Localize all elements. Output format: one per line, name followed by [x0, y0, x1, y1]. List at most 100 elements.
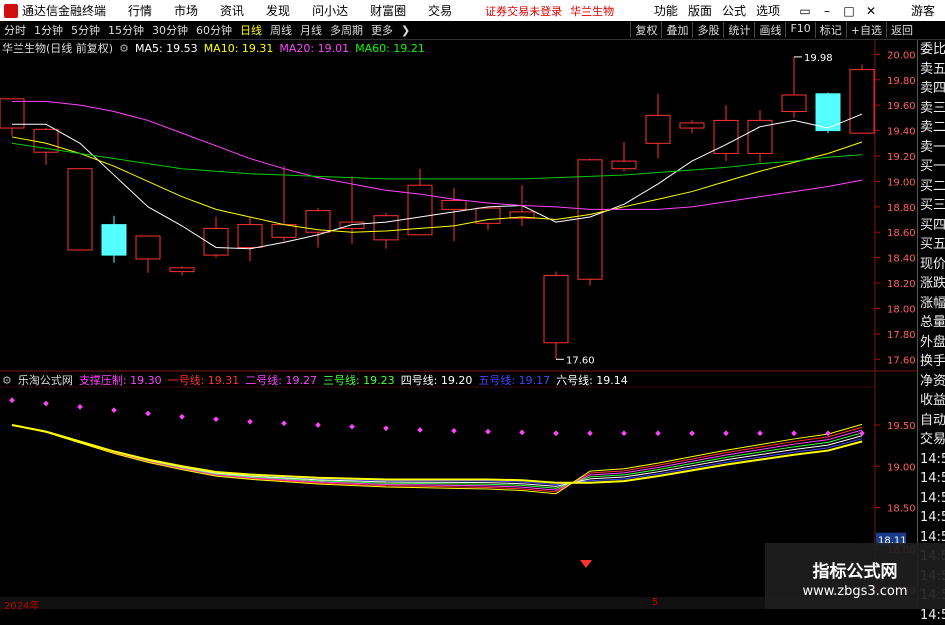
chart-title: 华兰生物(日线 前复权) [2, 40, 113, 56]
y-tick-label: 18.40 [887, 254, 916, 265]
period-5min[interactable]: 5分钟 [67, 22, 104, 38]
menu-shichang[interactable]: 市场 [163, 2, 209, 19]
candle-body [68, 169, 92, 250]
quote-row-label: 自动 [918, 411, 945, 431]
app-name: 通达信金融终端 [22, 2, 117, 19]
sub-dot [179, 414, 185, 420]
sub-dot [757, 430, 763, 436]
btn-biaoji[interactable]: 标记 [815, 22, 846, 38]
sub-dot [723, 430, 729, 436]
sub-dot [281, 421, 287, 427]
y-tick-label: 19.80 [887, 76, 916, 87]
quote-row-label: 外盘 [918, 333, 945, 353]
sub-dot [655, 430, 661, 436]
menu-gongshi[interactable]: 公式 [717, 2, 751, 19]
menu-wenxiaoda[interactable]: 问小达 [301, 2, 359, 19]
menu-jiaoyi[interactable]: 交易 [417, 2, 463, 19]
period-toolbar: 分时 1分钟 5分钟 15分钟 30分钟 60分钟 日线 周线 月线 多周期 更… [0, 21, 945, 40]
btn-fanhui[interactable]: 返回 [886, 22, 917, 38]
candle-body [680, 123, 704, 128]
period-30min[interactable]: 30分钟 [148, 22, 192, 38]
watermark-url: www.zbgs3.com [765, 584, 945, 599]
period-1min[interactable]: 1分钟 [30, 22, 67, 38]
sub-dot [247, 419, 253, 425]
period-more[interactable]: 更多 [367, 22, 397, 38]
sub-chart-legend: ⚙ 乐淘公式网 支撑压制: 19.30 一号线: 19.31 二号线: 19.2… [2, 373, 628, 387]
period-fenshi[interactable]: 分时 [0, 22, 30, 38]
btn-duogu[interactable]: 多股 [692, 22, 723, 38]
candle-body [102, 225, 126, 255]
btn-diejia[interactable]: 叠加 [661, 22, 692, 38]
btn-fuquan[interactable]: 复权 [630, 22, 661, 38]
quote-panel: 委比卖五卖四卖三卖二卖一买一买二买三买四买五现价涨跌涨幅总量外盘换手净资收益自动… [917, 40, 945, 609]
quote-row-label: 卖二 [918, 118, 945, 138]
candle-body [782, 95, 806, 112]
candle-body [850, 70, 874, 134]
candle-body [612, 161, 636, 169]
period-60min[interactable]: 60分钟 [192, 22, 236, 38]
quote-row-label: 净资 [918, 372, 945, 392]
quote-row-label: 买一 [918, 157, 945, 177]
quote-row-label: 委比 [918, 40, 945, 60]
quote-row-label: 14:56 [918, 489, 945, 509]
y-tick-label: 17.60 [887, 355, 916, 366]
sub-dot [791, 430, 797, 436]
period-multi[interactable]: 多周期 [326, 22, 367, 38]
sub-chart-title: 乐淘公式网 [18, 372, 73, 388]
quote-row-label: 14:56 [918, 469, 945, 489]
sub-label-support: 支撑压制: 19.30 [79, 372, 162, 388]
sub-dot [553, 430, 559, 436]
sub-dot [349, 424, 355, 430]
menu-xuanxiang[interactable]: 选项 [751, 2, 785, 19]
period-15min[interactable]: 15分钟 [104, 22, 148, 38]
menu-zixun[interactable]: 资讯 [209, 2, 255, 19]
candle-body [374, 216, 398, 240]
sub-dot [315, 422, 321, 428]
y-tick-label: 17.80 [887, 330, 916, 341]
watermark-title: 指标公式网 [765, 557, 945, 582]
btn-tongji[interactable]: 统计 [723, 22, 754, 38]
menu-gongneng[interactable]: 功能 [649, 2, 683, 19]
sub-dot [825, 430, 831, 436]
sub-y-tick-label: 19.00 [887, 462, 916, 473]
period-weekly[interactable]: 周线 [266, 22, 296, 38]
menu-banmian[interactable]: 版面 [683, 2, 717, 19]
btn-zixuan[interactable]: +自选 [846, 22, 886, 38]
y-tick-label: 19.60 [887, 101, 916, 112]
guest-label[interactable]: 游客 [911, 2, 935, 19]
quote-row-label: 14:56 [918, 508, 945, 528]
quote-row-label: 卖三 [918, 99, 945, 119]
period-monthly[interactable]: 月线 [296, 22, 326, 38]
kline-chart[interactable]: 19.9817.60 19.5019.0018.5018.0017.5018.1… [0, 40, 917, 597]
settings-icon[interactable]: ⚙ [2, 374, 12, 387]
login-status[interactable]: 证券交易未登录 [485, 3, 562, 19]
sub-dot [621, 430, 627, 436]
minimize-icon[interactable]: – [817, 4, 837, 18]
low-label: 17.60 [566, 355, 595, 366]
btn-huaxian[interactable]: 画线 [754, 22, 785, 38]
sub-dot [145, 411, 151, 417]
candle-body [272, 225, 296, 238]
btn-f10[interactable]: F10 [785, 22, 814, 38]
restore-icon[interactable]: ▭ [795, 4, 815, 18]
sub-y-tick-label: 18.50 [887, 504, 916, 515]
month-mark: 5 [652, 597, 658, 608]
menu-caifuquan[interactable]: 财富圈 [359, 2, 417, 19]
candle-body [136, 236, 160, 259]
watermark: 指标公式网 www.zbgs3.com [765, 543, 945, 609]
ma20-line [12, 101, 862, 209]
sub-label-line6: 六号线: 19.14 [556, 372, 628, 388]
candle-body [306, 211, 330, 233]
menu-faxian[interactable]: 发现 [255, 2, 301, 19]
settings-icon[interactable]: ⚙ [119, 42, 129, 55]
maximize-icon[interactable]: □ [839, 4, 859, 18]
title-bar: 通达信金融终端 行情 市场 资讯 发现 问小达 财富圈 交易 证券交易未登录 华… [0, 0, 945, 21]
sub-dot [485, 429, 491, 435]
menu-hangqing[interactable]: 行情 [117, 2, 163, 19]
quote-row-label: 买二 [918, 177, 945, 197]
chevron-right-icon[interactable]: ❯ [397, 24, 414, 37]
close-icon[interactable]: ✕ [861, 4, 881, 18]
quote-row-label: 涨跌 [918, 274, 945, 294]
sub-y-tick-label: 19.50 [887, 421, 916, 432]
period-daily[interactable]: 日线 [236, 22, 266, 38]
